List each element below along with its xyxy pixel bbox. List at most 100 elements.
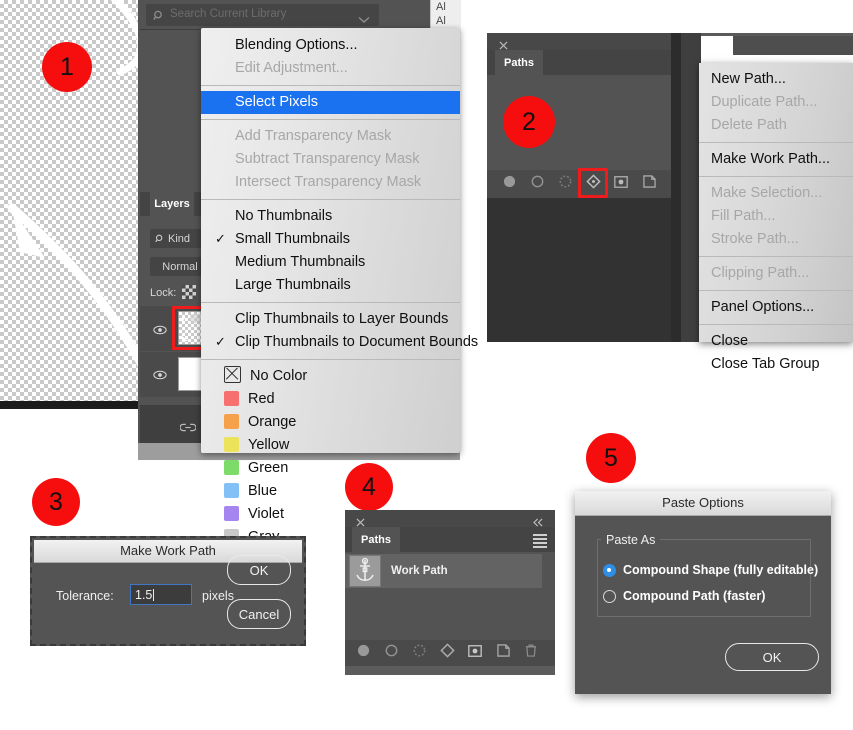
make-work-path-dialog[interactable]: Make Work Path Tolerance: 1.5 pixels OK …: [34, 540, 302, 642]
load-path-as-selection-icon[interactable]: [405, 644, 433, 662]
paste-as-option-compound-path[interactable]: Compound Path (faster): [603, 589, 765, 603]
marker-badge-number: 2: [522, 107, 536, 136]
work-path-name: Work Path: [391, 565, 448, 577]
fill-path-icon[interactable]: [495, 175, 523, 193]
ok-button[interactable]: OK: [227, 555, 291, 585]
menu-item-new-path[interactable]: New Path...: [699, 68, 853, 91]
layers-tab-label: Layers: [154, 198, 190, 210]
background-top-field: [733, 33, 853, 55]
color-swatch-orange: [224, 414, 239, 429]
menu-item-label: Red: [248, 391, 275, 407]
kind-search-icon: [155, 234, 163, 242]
new-path-icon[interactable]: [489, 644, 517, 662]
delete-path-icon[interactable]: [517, 644, 545, 662]
menu-item-close[interactable]: Close: [699, 330, 853, 353]
menu-separator: [201, 85, 460, 86]
paste-options-dialog[interactable]: Paste Options Paste As Compound Shape (f…: [575, 491, 831, 694]
menu-item-close-tab-group[interactable]: Close Tab Group: [699, 353, 853, 376]
menu-item-select-pixels[interactable]: Select Pixels: [201, 91, 460, 114]
option-label: Compound Shape (fully editable): [623, 563, 819, 577]
new-path-icon[interactable]: [635, 175, 663, 193]
marker-badge-number: 3: [49, 487, 63, 516]
menu-item-color-orange[interactable]: Orange: [201, 411, 460, 434]
link-layers-icon[interactable]: [179, 419, 197, 437]
menu-item-small-thumbnails[interactable]: ✓ Small Thumbnails: [201, 228, 460, 251]
menu-item-duplicate-path: Duplicate Path...: [711, 94, 818, 110]
layer-1-visibility-eye-icon[interactable]: [153, 322, 167, 340]
menu-item-fill-path: Fill Path...: [711, 208, 776, 224]
color-swatch-red: [224, 391, 239, 406]
menu-item-intersect-transparency-mask: Intersect Transparency Mask: [235, 174, 422, 190]
menu-item-label: Small Thumbnails: [235, 231, 350, 247]
screenshot-panel-4: 4 Paths Work Path: [335, 455, 565, 675]
menu-item-blending-options[interactable]: Blending Options...: [201, 34, 460, 57]
work-path-thumbnail[interactable]: [349, 555, 381, 587]
canvas-bottom-edge: [0, 401, 138, 409]
load-path-as-selection-icon[interactable]: [551, 175, 579, 193]
make-work-path-icon[interactable]: [433, 643, 461, 663]
lock-transparent-pixels-icon[interactable]: [182, 285, 196, 299]
cancel-button-label: Cancel: [238, 606, 280, 622]
menu-item-no-thumbnails[interactable]: No Thumbnails: [201, 205, 460, 228]
menu-separator: [201, 359, 460, 360]
menu-item-large-thumbnails[interactable]: Large Thumbnails: [201, 274, 460, 297]
menu-separator: [201, 119, 460, 120]
paths-tab-label: Paths: [504, 56, 534, 69]
layers-tab[interactable]: Layers: [150, 192, 194, 216]
panel-menu-icon[interactable]: [533, 534, 547, 548]
paste-as-option-compound-shape[interactable]: Compound Shape (fully editable): [603, 563, 818, 577]
marker-badge-number: 5: [604, 443, 618, 472]
marker-badge-3: 3: [32, 478, 80, 526]
menu-separator: [699, 324, 853, 325]
libraries-search-bar[interactable]: Search Current Library: [146, 4, 379, 26]
paths-tab[interactable]: Paths: [495, 50, 543, 75]
make-work-path-icon-highlight: [578, 168, 608, 198]
menu-separator: [201, 199, 460, 200]
paths-footer-icon-row-2: [349, 640, 551, 666]
menu-item-clip-thumbnails-document-bounds[interactable]: ✓ Clip Thumbnails to Document Bounds: [201, 331, 478, 354]
paths-tab-label: Paths: [361, 533, 391, 546]
add-layer-mask-icon[interactable]: [607, 175, 635, 193]
paths-panel-2-chrome: [345, 510, 555, 527]
radio-compound-shape[interactable]: [603, 563, 616, 577]
menu-item-make-work-path[interactable]: Make Work Path...: [699, 148, 853, 171]
fill-path-icon[interactable]: [349, 644, 377, 662]
menu-item-clip-thumbnails-layer-bounds[interactable]: Clip Thumbnails to Layer Bounds: [201, 308, 460, 331]
menu-item-edit-adjustment: Edit Adjustment...: [235, 60, 348, 76]
text-caret: [153, 589, 155, 601]
background-top-field-2: [701, 33, 853, 36]
paths-tab[interactable]: Paths: [352, 527, 400, 552]
menu-item-color-no-color[interactable]: No Color: [201, 365, 460, 388]
menu-item-color-red[interactable]: Red: [201, 388, 460, 411]
paths-panel-chrome: [487, 33, 699, 50]
menu-item-label: Yellow: [248, 437, 290, 453]
menu-item-panel-options[interactable]: Panel Options...: [699, 296, 853, 319]
layer-2-visibility-eye-icon[interactable]: [153, 367, 167, 385]
stroke-path-icon[interactable]: [523, 175, 551, 193]
add-layer-mask-icon[interactable]: [461, 644, 489, 662]
tolerance-value: 1.5: [135, 588, 153, 602]
marker-badge-5: 5: [586, 433, 636, 483]
paths-panel-2-resize-strip[interactable]: [345, 666, 555, 675]
blend-mode-label: Normal: [162, 260, 198, 273]
cancel-button[interactable]: Cancel: [227, 599, 291, 629]
chevron-down-icon[interactable]: [358, 11, 370, 29]
stroke-path-icon[interactable]: [377, 644, 405, 662]
layer-thumbnail-context-menu[interactable]: Blending Options... Edit Adjustment... S…: [201, 28, 478, 545]
marker-badge-number: 4: [362, 472, 376, 501]
paste-as-group: [597, 539, 811, 617]
ok-button[interactable]: OK: [725, 643, 819, 671]
menu-item-add-transparency-mask: Add Transparency Mask: [235, 128, 392, 144]
marker-badge-2: 2: [503, 96, 555, 148]
paste-as-label: Paste As: [601, 533, 661, 547]
menu-item-clipping-path: Clipping Path...: [711, 265, 810, 281]
paths-panel-lower-body: [487, 198, 699, 342]
paths-panel-flyout-menu[interactable]: New Path... Duplicate Path... Delete Pat…: [699, 63, 853, 372]
menu-item-medium-thumbnails[interactable]: Medium Thumbnails: [201, 251, 460, 274]
tolerance-input[interactable]: 1.5: [130, 584, 192, 605]
menu-separator: [201, 302, 460, 303]
radio-compound-path[interactable]: [603, 589, 616, 603]
menu-item-color-yellow[interactable]: Yellow: [201, 434, 460, 457]
libraries-search-placeholder: Search Current Library: [170, 8, 287, 20]
marker-badge-1: 1: [42, 42, 92, 92]
